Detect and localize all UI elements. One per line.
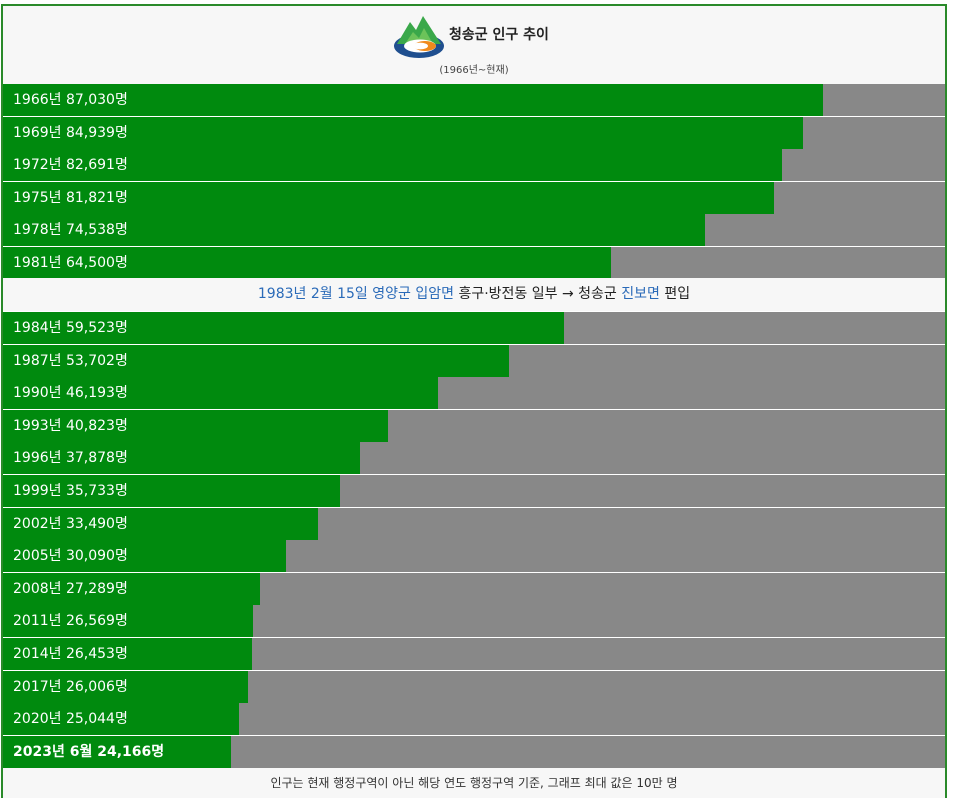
admin-change-note: 1983년 2월 15일 영양군 입암면 흥구·방전동 일부 → 청송군 진보면… [3, 278, 945, 311]
bar-row: 2020년 25,044명 [3, 703, 945, 736]
bar-row: 2011년 26,569명 [3, 605, 945, 638]
bar-row: 1996년 37,878명 [3, 442, 945, 475]
bar-label: 1984년 59,523명 [13, 320, 128, 336]
chart-subtitle: (1966년~현재) [439, 65, 509, 76]
chart-frame: 청송군 인구 추이 (1966년~현재) 1966년 87,030명 1969년 … [1, 4, 947, 798]
to-county-text: 청송군 [578, 286, 617, 302]
bar-row: 1981년 64,500명 [3, 247, 945, 279]
bar-label: 1993년 40,823명 [13, 417, 128, 434]
chart-footnote: 인구는 현재 행정구역이 아닌 해당 연도 행정구역 기준, 그래프 최대 값은… [3, 768, 945, 798]
bar-row: 1969년 84,939명 [3, 116, 945, 149]
villages-text: 흥구·방전동 일부 [458, 286, 558, 302]
bar-row: 1990년 46,193명 [3, 377, 945, 410]
bar-label: 2008년 27,289명 [13, 580, 128, 597]
bar-label: 1996년 37,878명 [13, 450, 128, 467]
bar-row: 2017년 26,006명 [3, 670, 945, 703]
bar-row: 1966년 87,030명 [3, 84, 945, 116]
bar-label: 1981년 64,500명 [13, 255, 128, 271]
bar-row: 2002년 33,490명 [3, 507, 945, 540]
from-county-link[interactable]: 영양군 [372, 286, 411, 302]
bar-label: 1987년 53,702명 [13, 352, 128, 369]
bar-label: 2020년 25,044명 [13, 711, 128, 728]
bar-row: 1972년 82,691명 [3, 149, 945, 182]
action-text: 편입 [664, 286, 691, 302]
chart-title: 청송군 인구 추이 [449, 27, 549, 43]
to-town-link[interactable]: 진보면 [621, 286, 660, 302]
bar-label: 2017년 26,006명 [13, 678, 128, 695]
bar-label: 1972년 82,691명 [13, 157, 128, 174]
bar-row: 1993년 40,823명 [3, 409, 945, 442]
bar-label: 2002년 33,490명 [13, 515, 128, 532]
bar-label: 2014년 26,453명 [13, 646, 128, 662]
bar-row: 2008년 27,289명 [3, 572, 945, 605]
bar-label: 2023년 6월 24,166명 [13, 743, 165, 760]
chart-header: 청송군 인구 추이 (1966년~현재) [3, 6, 945, 84]
cheongsong-logo-icon [394, 16, 444, 58]
bar-row: 1984년 59,523명 [3, 312, 945, 344]
bar-label: 1975년 81,821명 [13, 189, 128, 206]
bar-label: 1966년 87,030명 [13, 92, 128, 108]
event-date-link[interactable]: 1983년 2월 15일 [258, 286, 368, 302]
bar-row: 1975년 81,821명 [3, 181, 945, 214]
bar-label: 2005년 30,090명 [13, 548, 128, 565]
bar-label: 1978년 74,538명 [13, 222, 128, 239]
bar-row: 2014년 26,453명 [3, 638, 945, 670]
bar-row: 1999년 35,733명 [3, 475, 945, 507]
bar-label: 1999년 35,733명 [13, 483, 128, 499]
bar-row: 1987년 53,702명 [3, 344, 945, 377]
bar-row: 1978년 74,538명 [3, 214, 945, 247]
bar-label: 1990년 46,193명 [13, 385, 128, 402]
arrow-icon: → [561, 286, 574, 302]
bar-row: 2005년 30,090명 [3, 540, 945, 573]
from-town-link[interactable]: 입암면 [415, 286, 454, 302]
bar-label: 1969년 84,939명 [13, 124, 128, 141]
bar-label: 2011년 26,569명 [13, 613, 128, 630]
bar-row: 2023년 6월 24,166명 [3, 735, 945, 768]
